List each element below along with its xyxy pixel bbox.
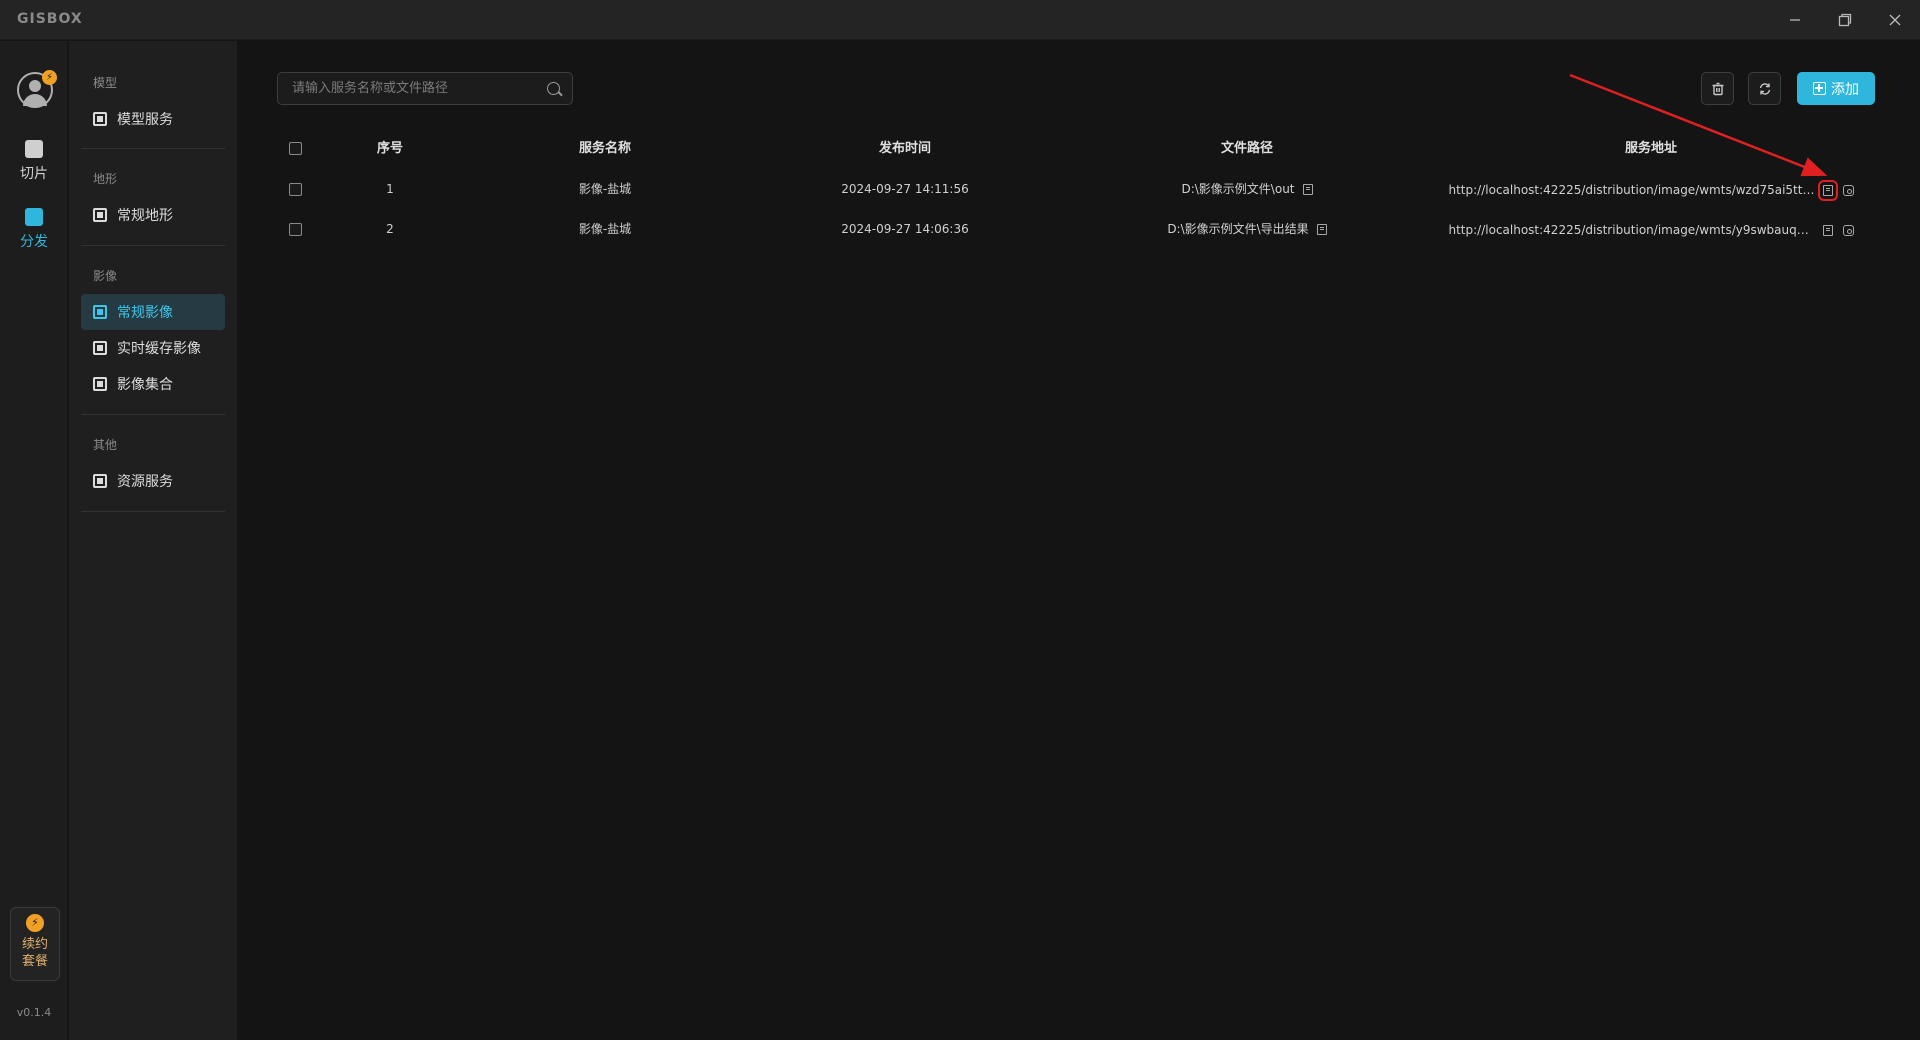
divider bbox=[81, 414, 225, 415]
rail-item-label: 分发 bbox=[20, 234, 48, 250]
group-label-terrain: 地形 bbox=[93, 172, 118, 186]
url-actions bbox=[1815, 210, 1854, 250]
imagery-icon bbox=[93, 305, 107, 319]
copy-path-icon[interactable] bbox=[1302, 184, 1313, 195]
add-button[interactable]: 添加 bbox=[1797, 72, 1875, 105]
title-bar: GISBOX bbox=[0, 0, 1920, 40]
row-url-cell: http://localhost:42225/distribution/imag… bbox=[1427, 169, 1875, 209]
table-header: 序号 服务名称 发布时间 文件路径 服务地址 bbox=[277, 129, 1875, 169]
avatar-body bbox=[23, 94, 47, 106]
close-button[interactable] bbox=[1870, 0, 1920, 40]
header-time: 发布时间 bbox=[878, 141, 931, 156]
terrain-icon bbox=[93, 208, 107, 222]
row-path-cell: D:\影像示例文件\导出结果 bbox=[1067, 209, 1427, 249]
header-name: 服务名称 bbox=[578, 141, 631, 156]
copy-url-icon[interactable] bbox=[1817, 179, 1838, 201]
select-all-checkbox[interactable] bbox=[288, 142, 302, 155]
vip-badge-icon: ⚡ bbox=[42, 70, 57, 85]
sidebar-item-resource-service[interactable]: 资源服务 bbox=[81, 463, 225, 499]
row-path: D:\影像示例文件\out bbox=[1181, 182, 1295, 196]
icon-rail: ⚡ 切片 分发 ⚡ 续约 套餐 v0.1.4 bbox=[0, 41, 68, 1040]
row-url: http://localhost:42225/distribution/imag… bbox=[1448, 222, 1815, 237]
rail-item-slice[interactable]: 切片 bbox=[0, 140, 68, 200]
row-idx: 1 bbox=[386, 182, 394, 196]
trash-icon bbox=[1712, 82, 1723, 95]
preview-icon[interactable] bbox=[1842, 224, 1854, 236]
bolt-icon: ⚡ bbox=[26, 914, 44, 932]
restore-icon bbox=[1838, 13, 1852, 27]
service-table: 序号 服务名称 发布时间 文件路径 服务地址 1 影像-盐城 2024-09-2… bbox=[277, 129, 1875, 249]
rail-item-distribute[interactable]: 分发 bbox=[0, 208, 68, 268]
divider bbox=[81, 245, 225, 246]
sidebar-item-label: 资源服务 bbox=[117, 474, 173, 490]
divider bbox=[81, 148, 225, 149]
row-check-cell bbox=[277, 209, 313, 249]
sidebar-item-realtime-cache[interactable]: 实时缓存影像 bbox=[81, 330, 225, 366]
renew-label-2: 套餐 bbox=[21, 954, 48, 969]
refresh-icon bbox=[1759, 82, 1770, 95]
divider bbox=[81, 511, 225, 512]
distribute-icon bbox=[25, 208, 43, 226]
rail-item-label: 切片 bbox=[20, 166, 48, 182]
renew-label-1: 续约 bbox=[21, 937, 48, 952]
renew-plan-button[interactable]: ⚡ 续约 套餐 bbox=[10, 907, 60, 981]
group-label-imagery: 影像 bbox=[93, 269, 118, 283]
version-label: v0.1.4 bbox=[16, 1006, 52, 1019]
group-label-other: 其他 bbox=[93, 438, 118, 452]
row-time: 2024-09-27 14:11:56 bbox=[841, 182, 969, 196]
sidebar-item-label: 常规影像 bbox=[117, 305, 173, 321]
slice-icon bbox=[25, 140, 43, 158]
row-checkbox[interactable] bbox=[288, 223, 302, 236]
row-idx: 2 bbox=[386, 222, 394, 236]
add-icon bbox=[1813, 82, 1826, 95]
search-input[interactable] bbox=[292, 73, 532, 104]
preview-icon[interactable] bbox=[1842, 184, 1854, 196]
group-label-model: 模型 bbox=[93, 76, 118, 90]
sidebar-item-imagery[interactable]: 常规影像 bbox=[81, 294, 225, 330]
header-check-cell bbox=[277, 129, 313, 169]
row-url-cell: http://localhost:42225/distribution/imag… bbox=[1427, 209, 1875, 249]
restore-button[interactable] bbox=[1820, 0, 1870, 40]
main-content: 添加 序号 服务名称 发布时间 文件路径 服务地址 1 影像-盐城 2024-0… bbox=[238, 41, 1920, 1040]
row-checkbox[interactable] bbox=[288, 183, 302, 196]
row-name: 影像-盐城 bbox=[578, 222, 632, 236]
refresh-button[interactable] bbox=[1748, 72, 1781, 105]
table-row: 2 影像-盐城 2024-09-27 14:06:36 D:\影像示例文件\导出… bbox=[277, 209, 1875, 249]
add-button-label: 添加 bbox=[1831, 81, 1859, 98]
resource-icon bbox=[93, 474, 107, 488]
table-row: 1 影像-盐城 2024-09-27 14:11:56 D:\影像示例文件\ou… bbox=[277, 169, 1875, 209]
category-sidebar: 模型 模型服务 地形 常规地形 影像 常规影像 实时缓存影像 影像集合 其他 资… bbox=[69, 41, 237, 1040]
row-url: http://localhost:42225/distribution/imag… bbox=[1448, 182, 1815, 197]
minimize-button[interactable] bbox=[1770, 0, 1820, 40]
sidebar-item-label: 实时缓存影像 bbox=[117, 341, 201, 357]
collection-icon bbox=[93, 377, 107, 391]
sidebar-item-model-service[interactable]: 模型服务 bbox=[81, 101, 225, 137]
sidebar-item-imagery-collection[interactable]: 影像集合 bbox=[81, 366, 225, 402]
header-url: 服务地址 bbox=[1624, 141, 1677, 156]
header-idx: 序号 bbox=[376, 141, 403, 156]
row-name: 影像-盐城 bbox=[578, 182, 632, 196]
copy-url-icon[interactable] bbox=[1822, 224, 1833, 236]
row-check-cell bbox=[277, 169, 313, 209]
cache-imagery-icon bbox=[93, 341, 107, 355]
row-path: D:\影像示例文件\导出结果 bbox=[1167, 222, 1309, 236]
search-icon[interactable] bbox=[547, 82, 560, 95]
sidebar-item-label: 常规地形 bbox=[117, 208, 173, 224]
header-path: 文件路径 bbox=[1220, 141, 1273, 156]
row-path-cell: D:\影像示例文件\out bbox=[1067, 169, 1427, 209]
minimize-icon bbox=[1790, 19, 1800, 21]
search-box bbox=[277, 72, 573, 105]
sidebar-item-label: 影像集合 bbox=[117, 377, 173, 393]
copy-path-icon[interactable] bbox=[1316, 224, 1327, 235]
sidebar-item-terrain[interactable]: 常规地形 bbox=[81, 197, 225, 233]
sidebar-item-label: 模型服务 bbox=[117, 112, 173, 128]
delete-button[interactable] bbox=[1701, 72, 1734, 105]
url-actions bbox=[1815, 170, 1854, 210]
app-logo: GISBOX bbox=[17, 11, 83, 27]
avatar-head bbox=[29, 80, 41, 92]
close-icon bbox=[1889, 14, 1901, 26]
row-time: 2024-09-27 14:06:36 bbox=[841, 222, 969, 236]
model-icon bbox=[93, 112, 107, 126]
